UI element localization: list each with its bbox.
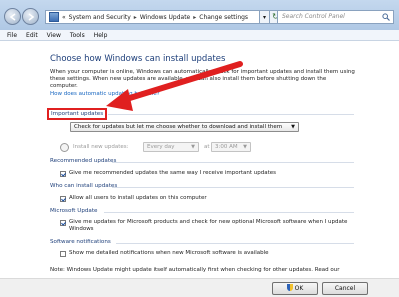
divider — [112, 162, 354, 163]
time-value: 3:00 AM — [215, 144, 238, 150]
breadcrumb-overflow[interactable]: « — [62, 14, 66, 21]
control-panel-icon — [49, 12, 59, 22]
allow-all-users-text: Allow all users to install updates on th… — [69, 195, 207, 201]
breadcrumb-separator-icon[interactable]: ▸ — [134, 14, 137, 21]
menu-view[interactable]: View — [47, 32, 61, 39]
update-mode-value: Check for updates but let me choose whet… — [74, 124, 283, 130]
ok-label: OK — [294, 285, 304, 292]
day-value: Every day — [147, 144, 175, 150]
important-updates-heading: Important updates — [47, 108, 108, 120]
help-link[interactable]: How does automatic updating help me? — [50, 91, 160, 97]
uac-shield-icon — [286, 284, 293, 291]
menu-edit[interactable]: Edit — [26, 32, 38, 39]
recommended-updates-checkbox[interactable] — [60, 170, 66, 177]
update-mode-select[interactable]: Check for updates but let me choose whet… — [70, 122, 299, 132]
cancel-button[interactable]: Cancel — [322, 282, 368, 295]
software-notifications-text: Show me detailed notifications when new … — [69, 250, 269, 256]
note-text: Note: Windows Update might update itself… — [50, 267, 340, 273]
clock-icon — [60, 143, 69, 152]
microsoft-update-checkbox[interactable] — [60, 219, 66, 226]
back-button[interactable] — [4, 8, 21, 25]
divider — [108, 114, 354, 115]
recommended-updates-text: Give me recommended updates the same way… — [69, 170, 277, 176]
microsoft-update-heading: Microsoft Update — [50, 208, 98, 214]
allow-all-users-option[interactable]: Allow all users to install updates on th… — [60, 195, 207, 202]
forward-arrow-icon — [28, 13, 35, 21]
at-label: at — [204, 144, 210, 150]
button-bar: OK Cancel — [0, 278, 399, 297]
breadcrumb-separator-icon[interactable]: ▸ — [193, 14, 196, 21]
microsoft-update-text: Give me updates for Microsoft products a… — [69, 219, 348, 232]
chevron-down-icon: ▼ — [291, 124, 295, 130]
software-notifications-option[interactable]: Show me detailed notifications when new … — [60, 250, 269, 257]
chevron-down-icon: ▼ — [191, 144, 195, 150]
day-select[interactable]: Every day ▼ — [143, 142, 199, 152]
address-field[interactable]: « System and Security ▸ Windows Update ▸… — [45, 10, 260, 24]
breadcrumb-windows-update[interactable]: Windows Update — [140, 14, 190, 21]
menu-file[interactable]: File — [7, 32, 17, 39]
search-placeholder: Search Control Panel — [282, 13, 345, 20]
forward-button[interactable] — [22, 8, 39, 25]
time-select[interactable]: 3:00 AM ▼ — [211, 142, 251, 152]
software-notifications-checkbox[interactable] — [60, 250, 66, 257]
install-new-updates-label: Install new updates: — [73, 144, 129, 150]
who-can-install-heading: Who can install updates — [50, 183, 118, 189]
menu-tools[interactable]: Tools — [70, 32, 85, 39]
settings-pane: Choose how Windows can install updates W… — [0, 41, 399, 281]
cancel-label: Cancel — [334, 285, 356, 292]
divider — [112, 187, 354, 188]
microsoft-update-option[interactable]: Give me updates for Microsoft products a… — [60, 219, 360, 232]
divider — [104, 212, 354, 213]
back-arrow-icon — [9, 13, 16, 21]
chevron-down-icon: ▼ — [243, 144, 247, 150]
page-title: Choose how Windows can install updates — [50, 54, 226, 64]
recommended-updates-option[interactable]: Give me recommended updates the same way… — [60, 170, 276, 177]
address-dropdown-icon[interactable]: ▾ — [260, 10, 270, 24]
menu-help[interactable]: Help — [94, 32, 108, 39]
search-input[interactable]: Search Control Panel — [277, 10, 394, 24]
menu-bar: File Edit View Tools Help — [0, 30, 399, 41]
allow-all-users-checkbox[interactable] — [60, 195, 66, 202]
page-description: When your computer is online, Windows ca… — [50, 69, 355, 89]
divider — [116, 243, 354, 244]
search-icon[interactable] — [382, 13, 390, 21]
breadcrumb-system-and-security[interactable]: System and Security — [69, 14, 131, 21]
recommended-updates-heading: Recommended updates — [50, 158, 117, 164]
breadcrumb-change-settings[interactable]: Change settings — [199, 14, 248, 21]
software-notifications-heading: Software notifications — [50, 239, 111, 245]
ok-button[interactable]: OK — [272, 282, 318, 295]
